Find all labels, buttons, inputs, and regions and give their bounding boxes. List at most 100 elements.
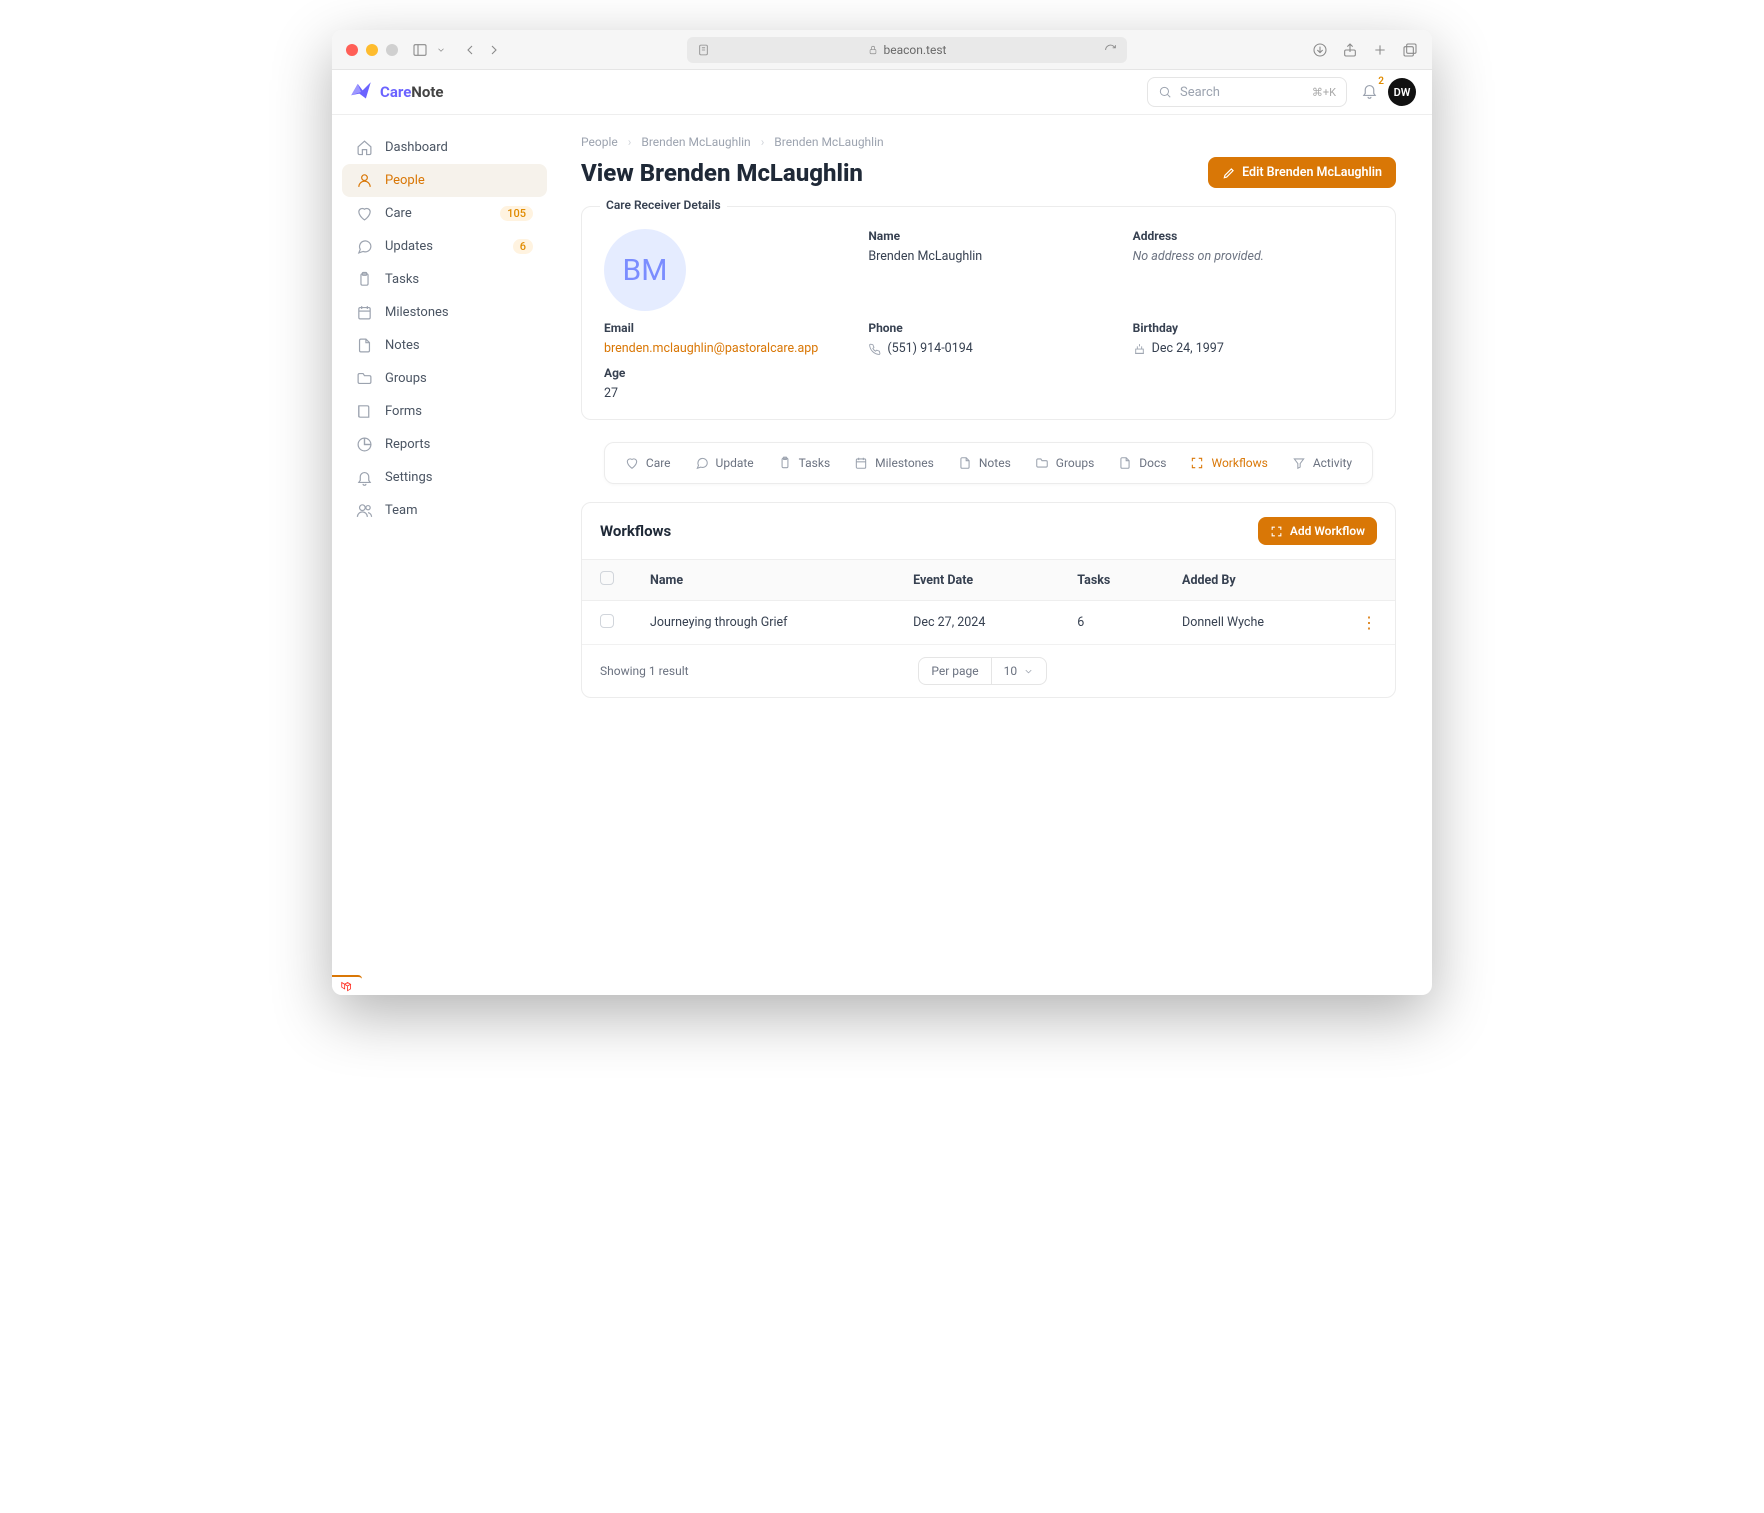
breadcrumb: People›Brenden McLaughlin›Brenden McLaug…: [581, 135, 1396, 149]
result-count: Showing 1 result: [600, 664, 689, 678]
tab-care[interactable]: Care: [615, 449, 681, 477]
select-all-checkbox[interactable]: [600, 571, 614, 585]
bell-icon: [356, 469, 373, 486]
sidebar-item-team[interactable]: Team: [342, 494, 547, 527]
tab-label: Update: [716, 456, 754, 470]
reader-icon: [697, 42, 710, 58]
sidebar-item-forms[interactable]: Forms: [342, 395, 547, 428]
tab-update[interactable]: Update: [685, 449, 764, 477]
per-page-select[interactable]: 10: [991, 658, 1047, 684]
window-close[interactable]: [346, 44, 358, 56]
file-icon: [1118, 456, 1132, 470]
column-header[interactable]: Tasks: [1059, 560, 1164, 601]
forward-icon[interactable]: [486, 42, 502, 58]
column-header[interactable]: Event Date: [895, 560, 1059, 601]
birthday-label: Birthday: [1133, 321, 1373, 335]
column-header[interactable]: Added By: [1164, 560, 1343, 601]
notifications-button[interactable]: 2: [1361, 82, 1378, 103]
tab-milestones[interactable]: Milestones: [844, 449, 944, 477]
tab-label: Activity: [1313, 456, 1352, 470]
tab-notes[interactable]: Notes: [948, 449, 1021, 477]
cake-icon: [1133, 342, 1146, 355]
panel-title: Workflows: [600, 522, 671, 540]
card-legend: Care Receiver Details: [600, 198, 727, 212]
tab-label: Tasks: [799, 456, 831, 470]
chevron-down-icon: [1023, 665, 1034, 678]
phone-icon: [868, 342, 881, 355]
sidebar-item-label: Team: [385, 503, 418, 518]
calendar-icon: [854, 456, 868, 470]
file-icon: [958, 456, 972, 470]
tabs-icon[interactable]: [1402, 42, 1418, 58]
sidebar-toggle-icon[interactable]: [412, 42, 428, 58]
tab-label: Notes: [979, 456, 1011, 470]
sidebar-item-settings[interactable]: Settings: [342, 461, 547, 494]
notification-count: 2: [1378, 76, 1384, 87]
user-avatar[interactable]: DW: [1388, 78, 1416, 106]
table-row[interactable]: Journeying through Grief Dec 27, 2024 6 …: [582, 601, 1395, 645]
url-text: beacon.test: [884, 43, 947, 57]
sidebar-item-label: Dashboard: [385, 140, 448, 155]
plus-icon[interactable]: [1372, 42, 1388, 58]
edit-button[interactable]: Edit Brenden McLaughlin: [1208, 157, 1396, 188]
sidebar-item-people[interactable]: People: [342, 164, 547, 197]
pie-icon: [356, 436, 373, 453]
sidebar-item-care[interactable]: Care105: [342, 197, 547, 230]
tab-activity[interactable]: Activity: [1282, 449, 1362, 477]
column-header[interactable]: Name: [632, 560, 895, 601]
reload-icon[interactable]: [1104, 42, 1117, 58]
download-icon[interactable]: [1312, 42, 1328, 58]
name-label: Name: [868, 229, 1108, 243]
logo[interactable]: CareNote: [348, 79, 444, 105]
window-minimize[interactable]: [366, 44, 378, 56]
clipboard-icon: [778, 456, 792, 470]
laravel-badge[interactable]: [332, 975, 362, 995]
phone-label: Phone: [868, 321, 1108, 335]
calendar-icon: [356, 304, 373, 321]
back-icon[interactable]: [462, 42, 478, 58]
tab-docs[interactable]: Docs: [1108, 449, 1176, 477]
folder-icon: [356, 370, 373, 387]
breadcrumb-item[interactable]: People: [581, 135, 618, 149]
window-zoom[interactable]: [386, 44, 398, 56]
logo-icon: [348, 79, 374, 105]
chevron-down-icon[interactable]: [436, 42, 446, 58]
cell-tasks: 6: [1059, 601, 1164, 645]
sidebar-item-milestones[interactable]: Milestones: [342, 296, 547, 329]
details-card: Care Receiver Details BM Name Brenden Mc…: [581, 206, 1396, 420]
filter-icon: [1292, 456, 1306, 470]
email-value[interactable]: brenden.mclaughlin@pastoralcare.app: [604, 341, 818, 356]
add-workflow-label: Add Workflow: [1290, 524, 1365, 538]
row-checkbox[interactable]: [600, 614, 614, 628]
folder-icon: [1035, 456, 1049, 470]
tab-label: Groups: [1056, 456, 1095, 470]
sidebar-item-groups[interactable]: Groups: [342, 362, 547, 395]
sidebar-item-dashboard[interactable]: Dashboard: [342, 131, 547, 164]
sidebar-item-reports[interactable]: Reports: [342, 428, 547, 461]
row-menu-button[interactable]: ⋮: [1343, 601, 1395, 645]
tab-workflows[interactable]: Workflows: [1180, 449, 1277, 477]
app-header: CareNote Search ⌘+K 2 DW: [332, 70, 1432, 115]
sidebar-item-label: Settings: [385, 470, 432, 485]
edit-button-label: Edit Brenden McLaughlin: [1242, 165, 1382, 180]
sidebar-item-updates[interactable]: Updates6: [342, 230, 547, 263]
share-icon[interactable]: [1342, 42, 1358, 58]
users-icon: [356, 502, 373, 519]
sidebar-item-label: Updates: [385, 239, 433, 254]
sidebar-item-tasks[interactable]: Tasks: [342, 263, 547, 296]
name-value: Brenden McLaughlin: [868, 249, 1108, 264]
tab-tasks[interactable]: Tasks: [768, 449, 841, 477]
sidebar-item-label: Groups: [385, 371, 427, 386]
search-shortcut: ⌘+K: [1312, 86, 1336, 99]
search-icon: [1158, 85, 1172, 99]
workflows-panel: Workflows Add Workflow NameEvent DateTas…: [581, 502, 1396, 698]
breadcrumb-item[interactable]: Brenden McLaughlin: [641, 135, 750, 149]
search-input[interactable]: Search ⌘+K: [1147, 77, 1347, 107]
sidebar-item-notes[interactable]: Notes: [342, 329, 547, 362]
sidebar-badge: 105: [500, 206, 533, 221]
sidebar-item-label: Milestones: [385, 305, 449, 320]
address-bar[interactable]: beacon.test: [687, 37, 1127, 63]
add-workflow-button[interactable]: Add Workflow: [1258, 517, 1377, 545]
cell-name: Journeying through Grief: [632, 601, 895, 645]
tab-groups[interactable]: Groups: [1025, 449, 1105, 477]
